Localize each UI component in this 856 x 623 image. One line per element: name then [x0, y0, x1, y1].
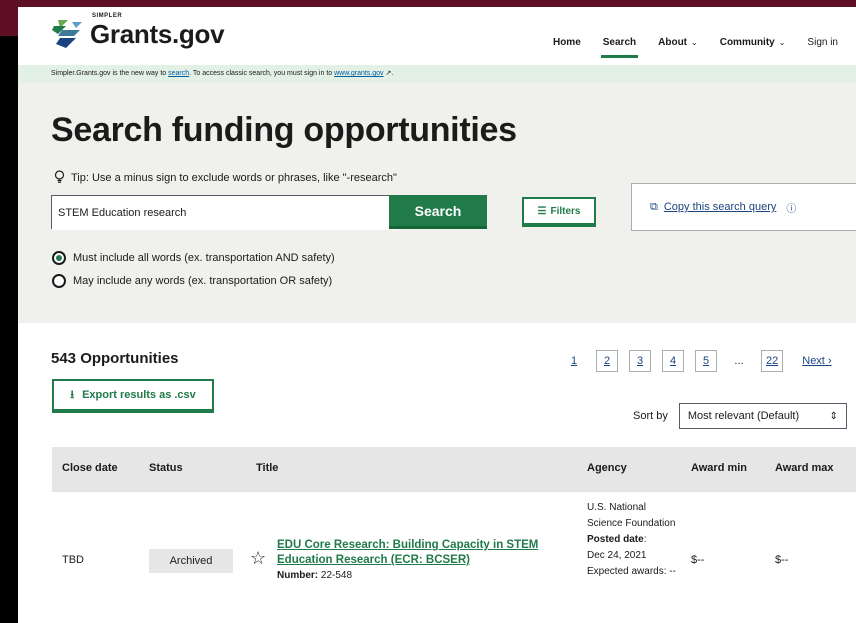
award-max: $-- [775, 554, 789, 566]
filter-icon: ☰ [537, 205, 547, 217]
opportunity-number: Number: 22-548 [277, 570, 353, 581]
site-logo[interactable]: SIMPLER Grants.gov [50, 13, 225, 50]
header-title[interactable]: Title [256, 462, 278, 474]
chevron-down-icon: ⌄ [778, 38, 786, 47]
lightbulb-icon [54, 170, 65, 186]
posted-date-label: Posted date [587, 534, 644, 545]
header-agency[interactable]: Agency [587, 462, 627, 474]
logo-simpler-label: SIMPLER [92, 13, 123, 19]
radio-may-include[interactable]: May include any words (ex. transportatio… [52, 274, 332, 288]
banner-grants-link[interactable]: www.grants.gov [334, 70, 383, 77]
sort-select[interactable]: Most relevant (Default) ⇕ [678, 403, 847, 429]
star-icon[interactable]: ☆ [250, 548, 266, 569]
status-badge: Archived [149, 549, 233, 573]
header-close-date[interactable]: Close date [62, 462, 118, 474]
filters-button[interactable]: ☰ Filters [522, 197, 596, 227]
info-icon[interactable]: ⓘ [786, 200, 796, 215]
sort-label: Sort by [633, 410, 668, 422]
nav-home[interactable]: Home [553, 37, 581, 58]
page-title: Search funding opportunities [51, 111, 517, 149]
copy-query-box: ⧉ Copy this search query ⓘ [631, 183, 856, 231]
nav-community[interactable]: Community ⌄ [720, 37, 786, 58]
nav-sign-in[interactable]: Sign in [807, 37, 838, 58]
page-5[interactable]: 5 [695, 350, 717, 372]
page-ellipsis: ... [734, 355, 744, 367]
opportunity-title-link[interactable]: EDU Core Research: Building Capacity in … [277, 538, 572, 568]
radio-must-include-button[interactable] [52, 251, 66, 265]
search-hero: Search funding opportunities Tip: Use a … [18, 83, 856, 323]
results-count: 543 Opportunities [51, 350, 179, 367]
export-csv-button[interactable]: ⭳ Export results as .csv [52, 379, 214, 413]
sort-control: Sort by Most relevant (Default) ⇕ [633, 403, 847, 429]
nav-about[interactable]: About ⌄ [658, 37, 698, 58]
banner-search-link[interactable]: search [168, 70, 189, 77]
copy-icon: ⧉ [650, 200, 658, 213]
close-date: TBD [62, 554, 84, 566]
chevron-right-icon: › [827, 355, 832, 367]
page-2[interactable]: 2 [596, 350, 618, 372]
site-header: SIMPLER Grants.gov Home Search About ⌄ Co… [18, 7, 856, 65]
agency-cell: U.S. National Science Foundation Posted … [587, 500, 677, 580]
award-min: $-- [691, 554, 705, 566]
agency-name: U.S. National Science Foundation [587, 502, 676, 529]
table-row: TBD Archived ☆ EDU Core Research: Buildi… [52, 491, 856, 623]
main-nav: Home Search About ⌄ Community ⌄ Sign in [531, 37, 838, 58]
info-banner: Simpler.Grants.gov is the new way to sea… [18, 65, 856, 83]
logo-name: Grants.gov [90, 19, 225, 49]
next-page-link[interactable]: Next › [798, 350, 835, 372]
download-icon: ⭳ [70, 388, 75, 401]
page-3[interactable]: 3 [629, 350, 651, 372]
search-input[interactable] [52, 196, 398, 230]
search-tip: Tip: Use a minus sign to exclude words o… [54, 170, 397, 186]
search-box: Search [51, 195, 487, 230]
window-frame-top [0, 0, 856, 7]
nav-search[interactable]: Search [600, 37, 639, 58]
grants-logo-icon [52, 19, 82, 48]
copy-query-link[interactable]: Copy this search query [664, 201, 777, 213]
header-award-max[interactable]: Award max [775, 462, 834, 474]
pagination: 1 2 3 4 5 ... 22 Next › [563, 350, 836, 372]
radio-must-include[interactable]: Must include all words (ex. transportati… [52, 251, 335, 265]
sort-arrows-icon: ⇕ [829, 410, 838, 422]
search-button[interactable]: Search [389, 195, 487, 229]
page-22[interactable]: 22 [761, 350, 784, 372]
page-4[interactable]: 4 [662, 350, 684, 372]
header-status[interactable]: Status [149, 462, 183, 474]
table-header: Close date Status Title Agency Award min… [52, 447, 856, 491]
radio-may-include-button[interactable] [52, 274, 66, 288]
page-1[interactable]: 1 [563, 350, 585, 372]
chevron-down-icon: ⌄ [691, 38, 698, 47]
browser-page: SIMPLER Grants.gov Home Search About ⌄ Co… [18, 7, 856, 623]
header-award-min[interactable]: Award min [691, 462, 747, 474]
expected-awards: Expected awards: -- [587, 566, 676, 577]
posted-date: Dec 24, 2021 [587, 550, 647, 561]
